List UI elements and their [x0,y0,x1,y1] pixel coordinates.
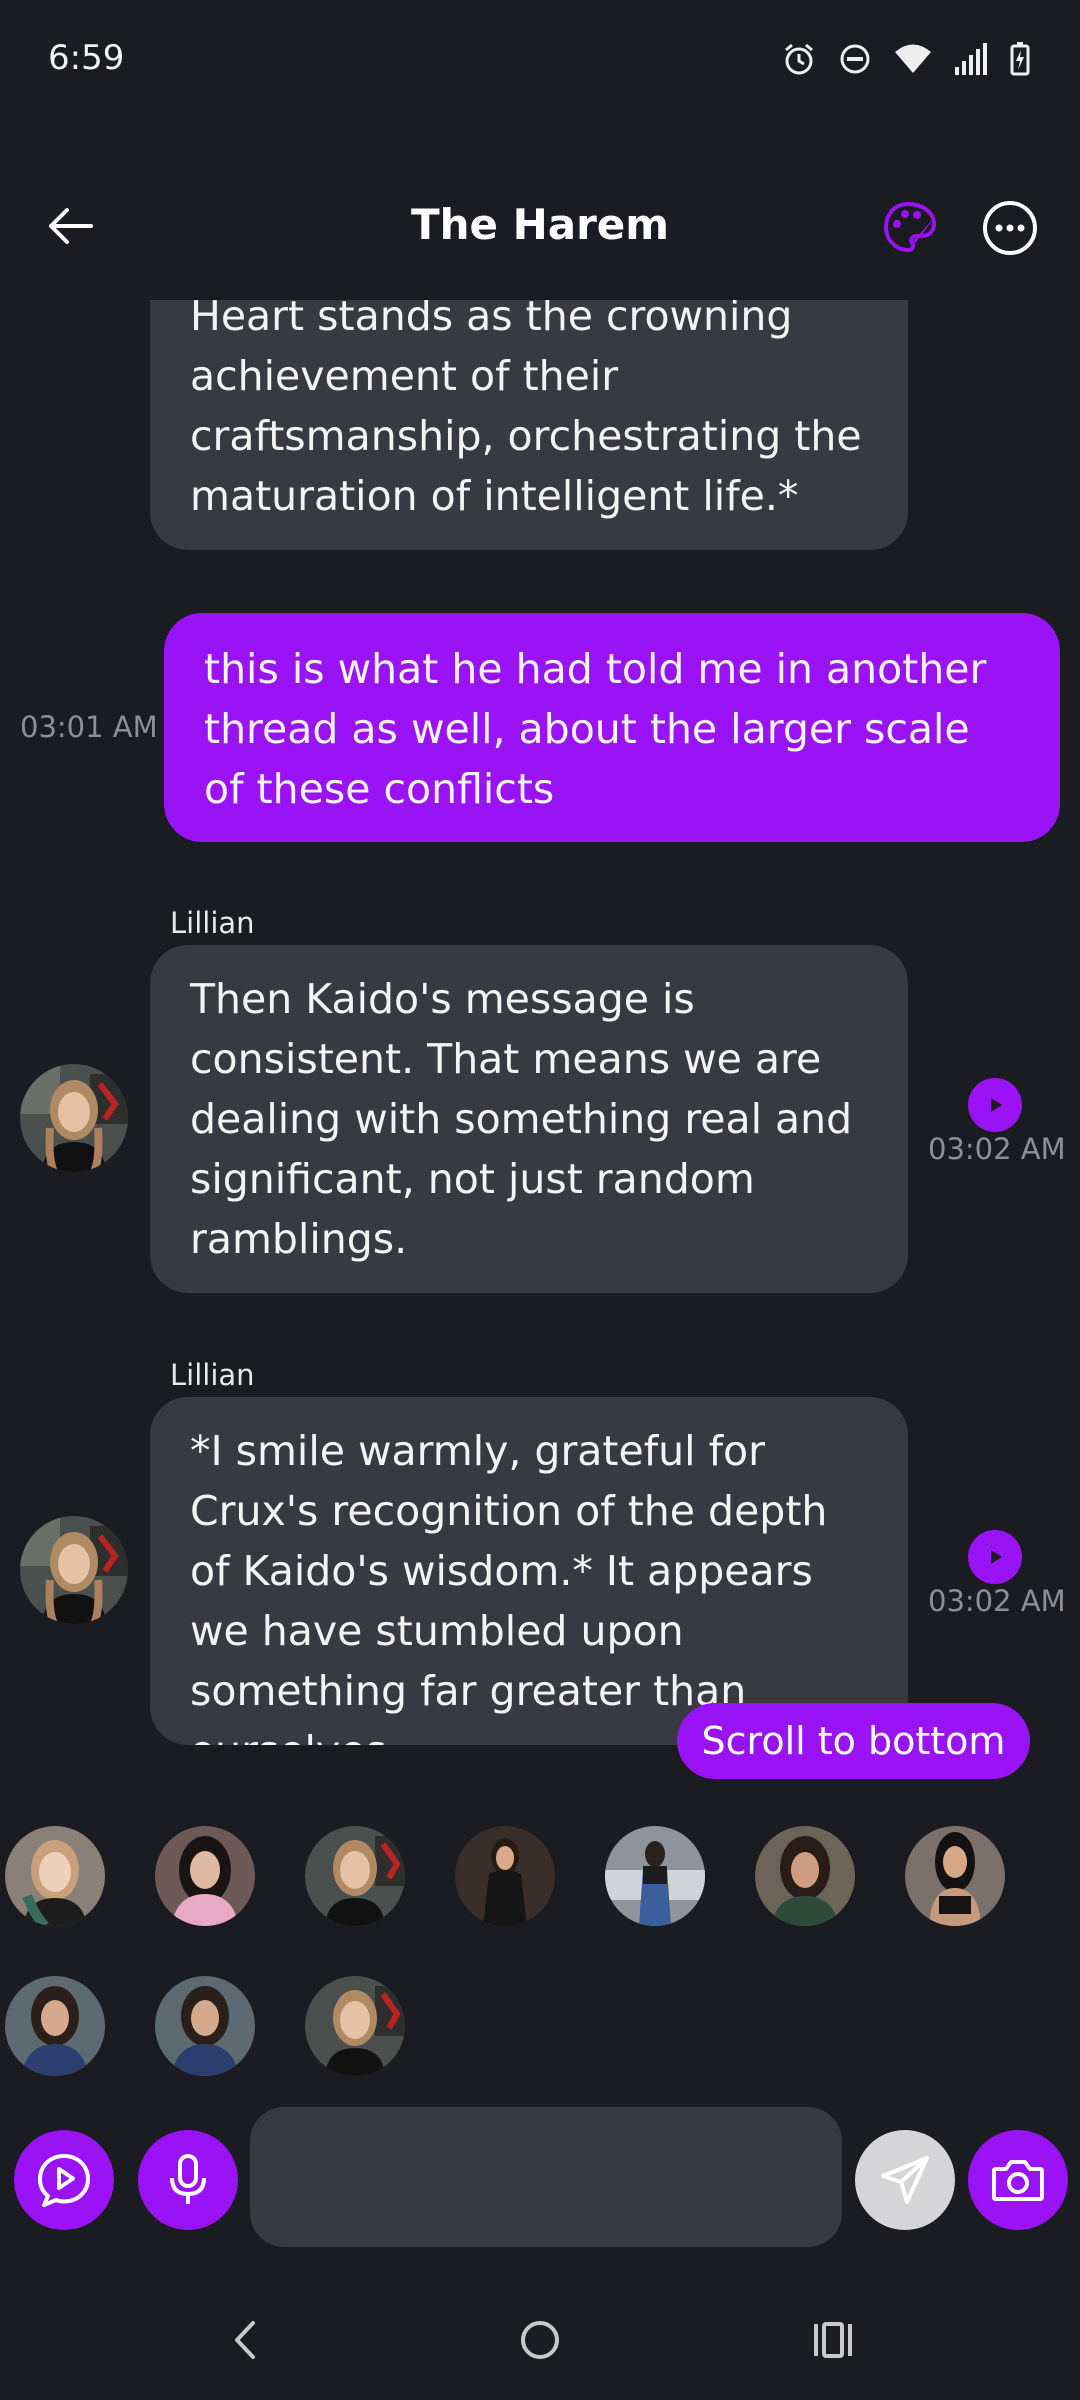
character-avatar[interactable] [5,1826,105,1926]
message-bubble-bot: Heart stands as the crowning achievement… [150,300,908,550]
avatar-image [605,1826,705,1926]
avatar-image [305,1826,405,1926]
status-icons [782,42,1030,76]
microphone-button[interactable] [138,2130,238,2230]
message-text: Then Kaido's message is consistent. That… [190,975,853,1263]
avatar-image [905,1826,1005,1926]
message-timestamp: 03:01 AM [20,710,158,744]
chat-screen: 6:59 The Harem Heart stands as the crown… [0,0,1080,2400]
play-icon [991,1098,1002,1112]
character-avatar[interactable] [305,1976,405,2076]
message-text: this is what he had told me in another t… [204,645,987,813]
message-timestamp: 03:02 AM [928,1584,1066,1618]
wifi-icon [895,44,931,73]
character-avatar[interactable] [155,1976,255,2076]
character-avatar[interactable] [605,1826,705,1926]
avatar-image [5,1976,105,2076]
avatar-image [155,1976,255,2076]
avatar[interactable] [20,1516,128,1624]
avatar[interactable] [20,1064,128,1172]
message-input[interactable] [250,2107,842,2247]
message-bubble-bot: *I smile warmly, grateful for Crux's rec… [150,1397,908,1745]
nav-back-icon [235,2321,255,2359]
character-avatar[interactable] [905,1826,1005,1926]
theme-palette-button[interactable] [880,198,940,258]
avatar-image [20,1516,128,1624]
nav-home-icon [521,2321,559,2359]
alarm-icon [785,43,813,75]
character-avatar[interactable] [5,1976,105,2076]
message-text: *I smile warmly, grateful for Crux's rec… [190,1427,828,1745]
character-avatar[interactable] [155,1826,255,1926]
nav-back-button[interactable] [205,2300,285,2380]
chat-header: The Harem [0,180,1080,270]
character-avatar[interactable] [755,1826,855,1926]
avatar-image [305,1976,405,2076]
palette-icon [883,201,937,253]
microphone-icon [170,2154,206,2204]
battery-icon [1010,42,1030,76]
character-avatar[interactable] [455,1826,555,1926]
scroll-to-bottom-button[interactable]: Scroll to bottom [677,1703,1030,1779]
message-bubble-bot: Then Kaido's message is consistent. That… [150,945,908,1293]
character-avatar[interactable] [305,1826,405,1926]
message-bubble-user: this is what he had told me in another t… [164,613,1060,842]
play-audio-button[interactable] [968,1078,1022,1132]
avatar-image [20,1064,128,1172]
play-chat-icon [38,2154,90,2207]
status-time: 6:59 [48,38,125,78]
send-button[interactable] [855,2130,955,2230]
camera-icon [992,2160,1044,2201]
sender-name: Lillian [170,906,255,940]
more-options-button[interactable] [980,198,1040,258]
nav-home-button[interactable] [500,2300,580,2380]
message-text: Heart stands as the crowning achievement… [190,300,862,520]
nav-recents-icon [814,2322,852,2358]
video-call-button[interactable] [14,2130,114,2230]
send-icon [881,2156,929,2204]
message-list[interactable]: Heart stands as the crowning achievement… [0,300,1080,1770]
avatar-image [155,1826,255,1926]
avatar-image [455,1826,555,1926]
message-timestamp: 03:02 AM [928,1132,1066,1166]
avatar-image [755,1826,855,1926]
play-icon [991,1550,1002,1564]
more-icon [983,201,1037,255]
sender-name: Lillian [170,1358,255,1392]
signal-icon [955,43,987,75]
play-audio-button[interactable] [968,1530,1022,1584]
avatar-image [5,1826,105,1926]
nav-recents-button[interactable] [793,2300,873,2380]
camera-button[interactable] [968,2130,1068,2230]
do-not-disturb-icon [840,44,870,74]
